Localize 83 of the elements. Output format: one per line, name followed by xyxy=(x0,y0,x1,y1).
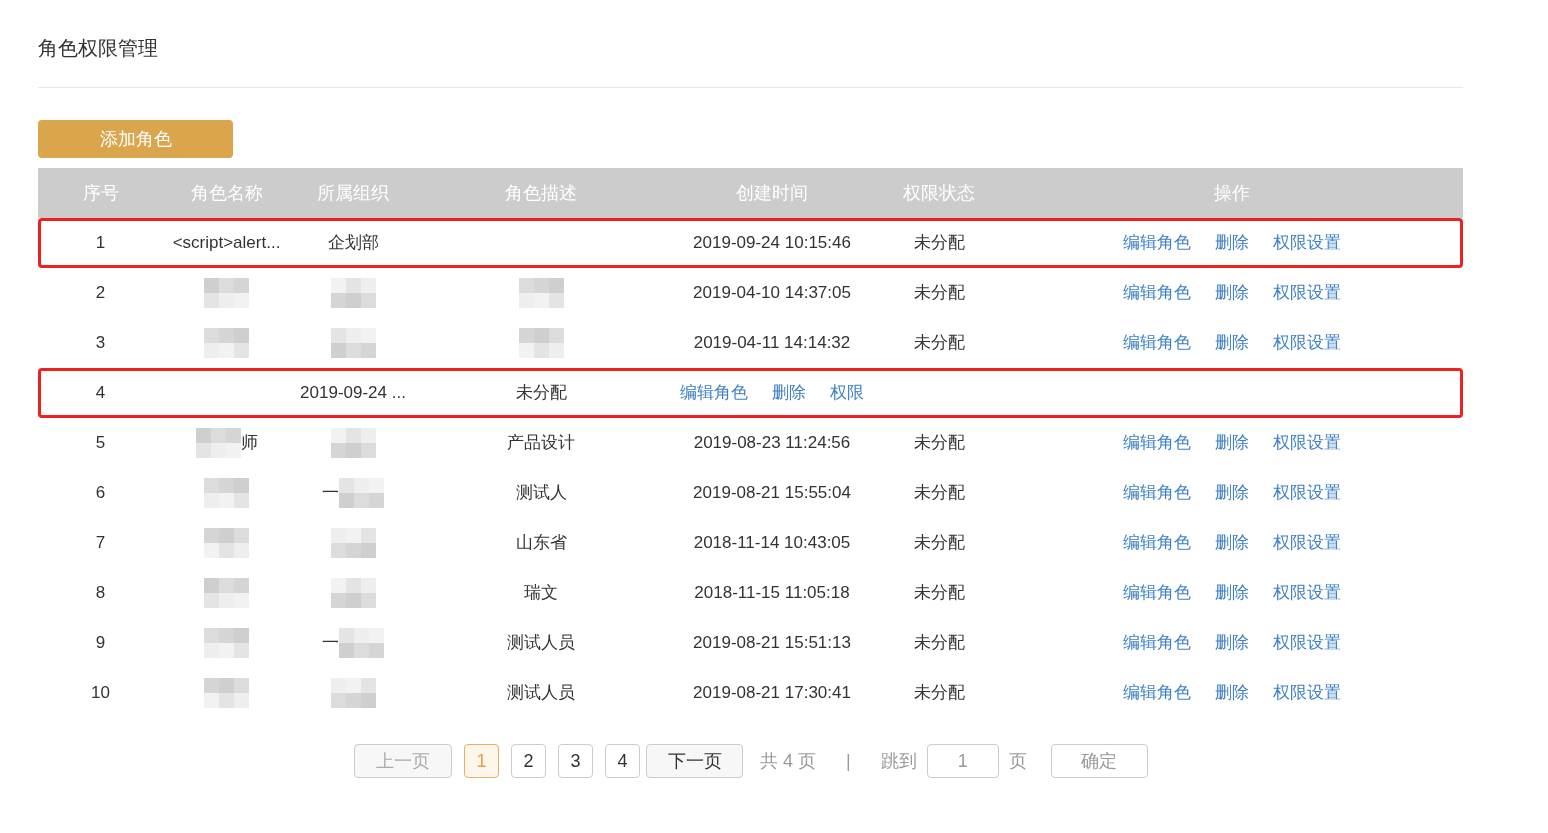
action-link[interactable]: 权限设置 xyxy=(1272,430,1341,456)
page-button[interactable]: 4 xyxy=(605,744,640,778)
table-cell-text: 2018-11-14 10:43:05 xyxy=(693,532,851,555)
action-link[interactable]: 权限设置 xyxy=(1272,530,1341,556)
table-cell-text: <script>alert... xyxy=(172,232,281,255)
action-link[interactable]: 编辑角色 xyxy=(1122,430,1191,456)
partial-text: 师 xyxy=(240,432,258,455)
action-link[interactable]: 权限设置 xyxy=(1272,680,1341,706)
page-title: 角色权限管理 xyxy=(38,36,158,61)
page-input[interactable]: 1 xyxy=(926,744,999,778)
action-link[interactable]: 删除 xyxy=(1214,530,1249,556)
action-link[interactable]: 编辑角色 xyxy=(1122,480,1191,506)
table-cell-text: 2019-08-21 17:30:41 xyxy=(693,682,851,705)
action-link[interactable]: 权限设置 xyxy=(1272,230,1341,256)
action-link[interactable]: 删除 xyxy=(1214,230,1249,256)
partial-text: 一 xyxy=(322,482,339,505)
action-link[interactable]: 删除 xyxy=(1214,630,1249,656)
table-cell-text: 测试人员 xyxy=(507,682,575,705)
table-cell-text: 2019-09-24 ... xyxy=(300,382,406,405)
table-cell-text: 未分配 xyxy=(913,632,965,655)
table-cell-text: 2019-04-11 14:14:32 xyxy=(693,332,851,355)
action-link[interactable]: 删除 xyxy=(1214,330,1249,356)
action-link[interactable]: 编辑角色 xyxy=(1122,230,1191,256)
action-link[interactable]: 权限设置 xyxy=(1272,280,1341,306)
action-link[interactable]: 权限设置 xyxy=(1272,580,1341,606)
partial-text: 一 xyxy=(322,632,339,655)
confirm-button[interactable]: 确定 xyxy=(1050,744,1148,778)
action-link[interactable]: 删除 xyxy=(772,380,806,406)
action-link[interactable]: 权限设置 xyxy=(1272,330,1341,356)
table-cell-text: 企划部 xyxy=(327,232,379,255)
jump-label: 跳到 xyxy=(880,749,917,773)
action-link[interactable]: 删除 xyxy=(1214,680,1249,706)
table-cell-text: 2018-11-15 11:05:18 xyxy=(694,582,850,605)
table-cell-text: 未分配 xyxy=(913,332,965,355)
action-link[interactable]: 删除 xyxy=(1214,580,1249,606)
separator: | xyxy=(846,749,851,773)
table-cell-text: 瑞文 xyxy=(524,582,558,605)
table-cell-text: 4 xyxy=(95,382,106,405)
table-cell-text: 测试人员 xyxy=(507,632,575,655)
table-cell-text: 未分配 xyxy=(913,582,965,605)
action-link[interactable]: 删除 xyxy=(1214,430,1249,456)
table-cell-text: 山东省 xyxy=(515,532,567,555)
action-link[interactable]: 编辑角色 xyxy=(1122,330,1191,356)
page-total: 共 4 页 xyxy=(760,749,816,773)
table-cell-text: 未分配 xyxy=(913,232,965,255)
table-cell-text: 2019-04-10 14:37:05 xyxy=(693,282,851,305)
table-cell-text: 1 xyxy=(95,232,106,255)
table-cell-text: 测试人 xyxy=(515,482,567,505)
table-cell-text: 6 xyxy=(95,482,106,505)
table-cell-text: 8 xyxy=(95,582,106,605)
table-cell-text: 2 xyxy=(95,282,106,305)
table-cell-text: 未分配 xyxy=(913,532,965,555)
action-link[interactable]: 编辑角色 xyxy=(680,380,748,406)
table-cell-text: 未分配 xyxy=(913,682,965,705)
action-link[interactable]: 编辑角色 xyxy=(1122,580,1191,606)
action-link[interactable]: 删除 xyxy=(1214,480,1249,506)
table-cell-text: 10 xyxy=(91,682,110,705)
table-cell-text: 3 xyxy=(95,332,106,355)
table-cell-text: 2019-08-21 15:55:04 xyxy=(693,482,851,505)
table-cell-text: 2019-09-24 10:15:46 xyxy=(693,232,851,255)
page-button[interactable]: 2 xyxy=(511,744,546,778)
page-unit: 页 xyxy=(1008,749,1027,773)
table-cell-text: 产品设计 xyxy=(507,432,575,455)
table-cell-text: 未分配 xyxy=(913,282,965,305)
action-link[interactable]: 删除 xyxy=(1214,280,1249,306)
action-link[interactable]: 编辑角色 xyxy=(1122,630,1191,656)
table-cell-text: 未分配 xyxy=(913,432,965,455)
add-role-button[interactable]: 添加角色 xyxy=(38,120,233,158)
action-link[interactable]: 权限设置 xyxy=(1272,630,1341,656)
table-cell-text: 2019-08-23 11:24:56 xyxy=(693,432,851,455)
action-link[interactable]: 权限 xyxy=(830,380,864,406)
table-cell-text: 未分配 xyxy=(913,482,965,505)
table-cell-text: 9 xyxy=(95,632,106,655)
action-link[interactable]: 编辑角色 xyxy=(1122,680,1191,706)
table-cell-text: 2019-08-21 15:51:13 xyxy=(693,632,851,655)
table-cell-text: 7 xyxy=(95,532,106,555)
table-cell-text: 5 xyxy=(95,432,106,455)
table-cell-text: 未分配 xyxy=(515,382,567,405)
next-page-button[interactable]: 下一页 xyxy=(646,744,743,778)
action-link[interactable]: 编辑角色 xyxy=(1122,280,1191,306)
action-link[interactable]: 编辑角色 xyxy=(1122,530,1191,556)
action-link[interactable]: 权限设置 xyxy=(1272,480,1341,506)
page-button[interactable]: 3 xyxy=(558,744,593,778)
